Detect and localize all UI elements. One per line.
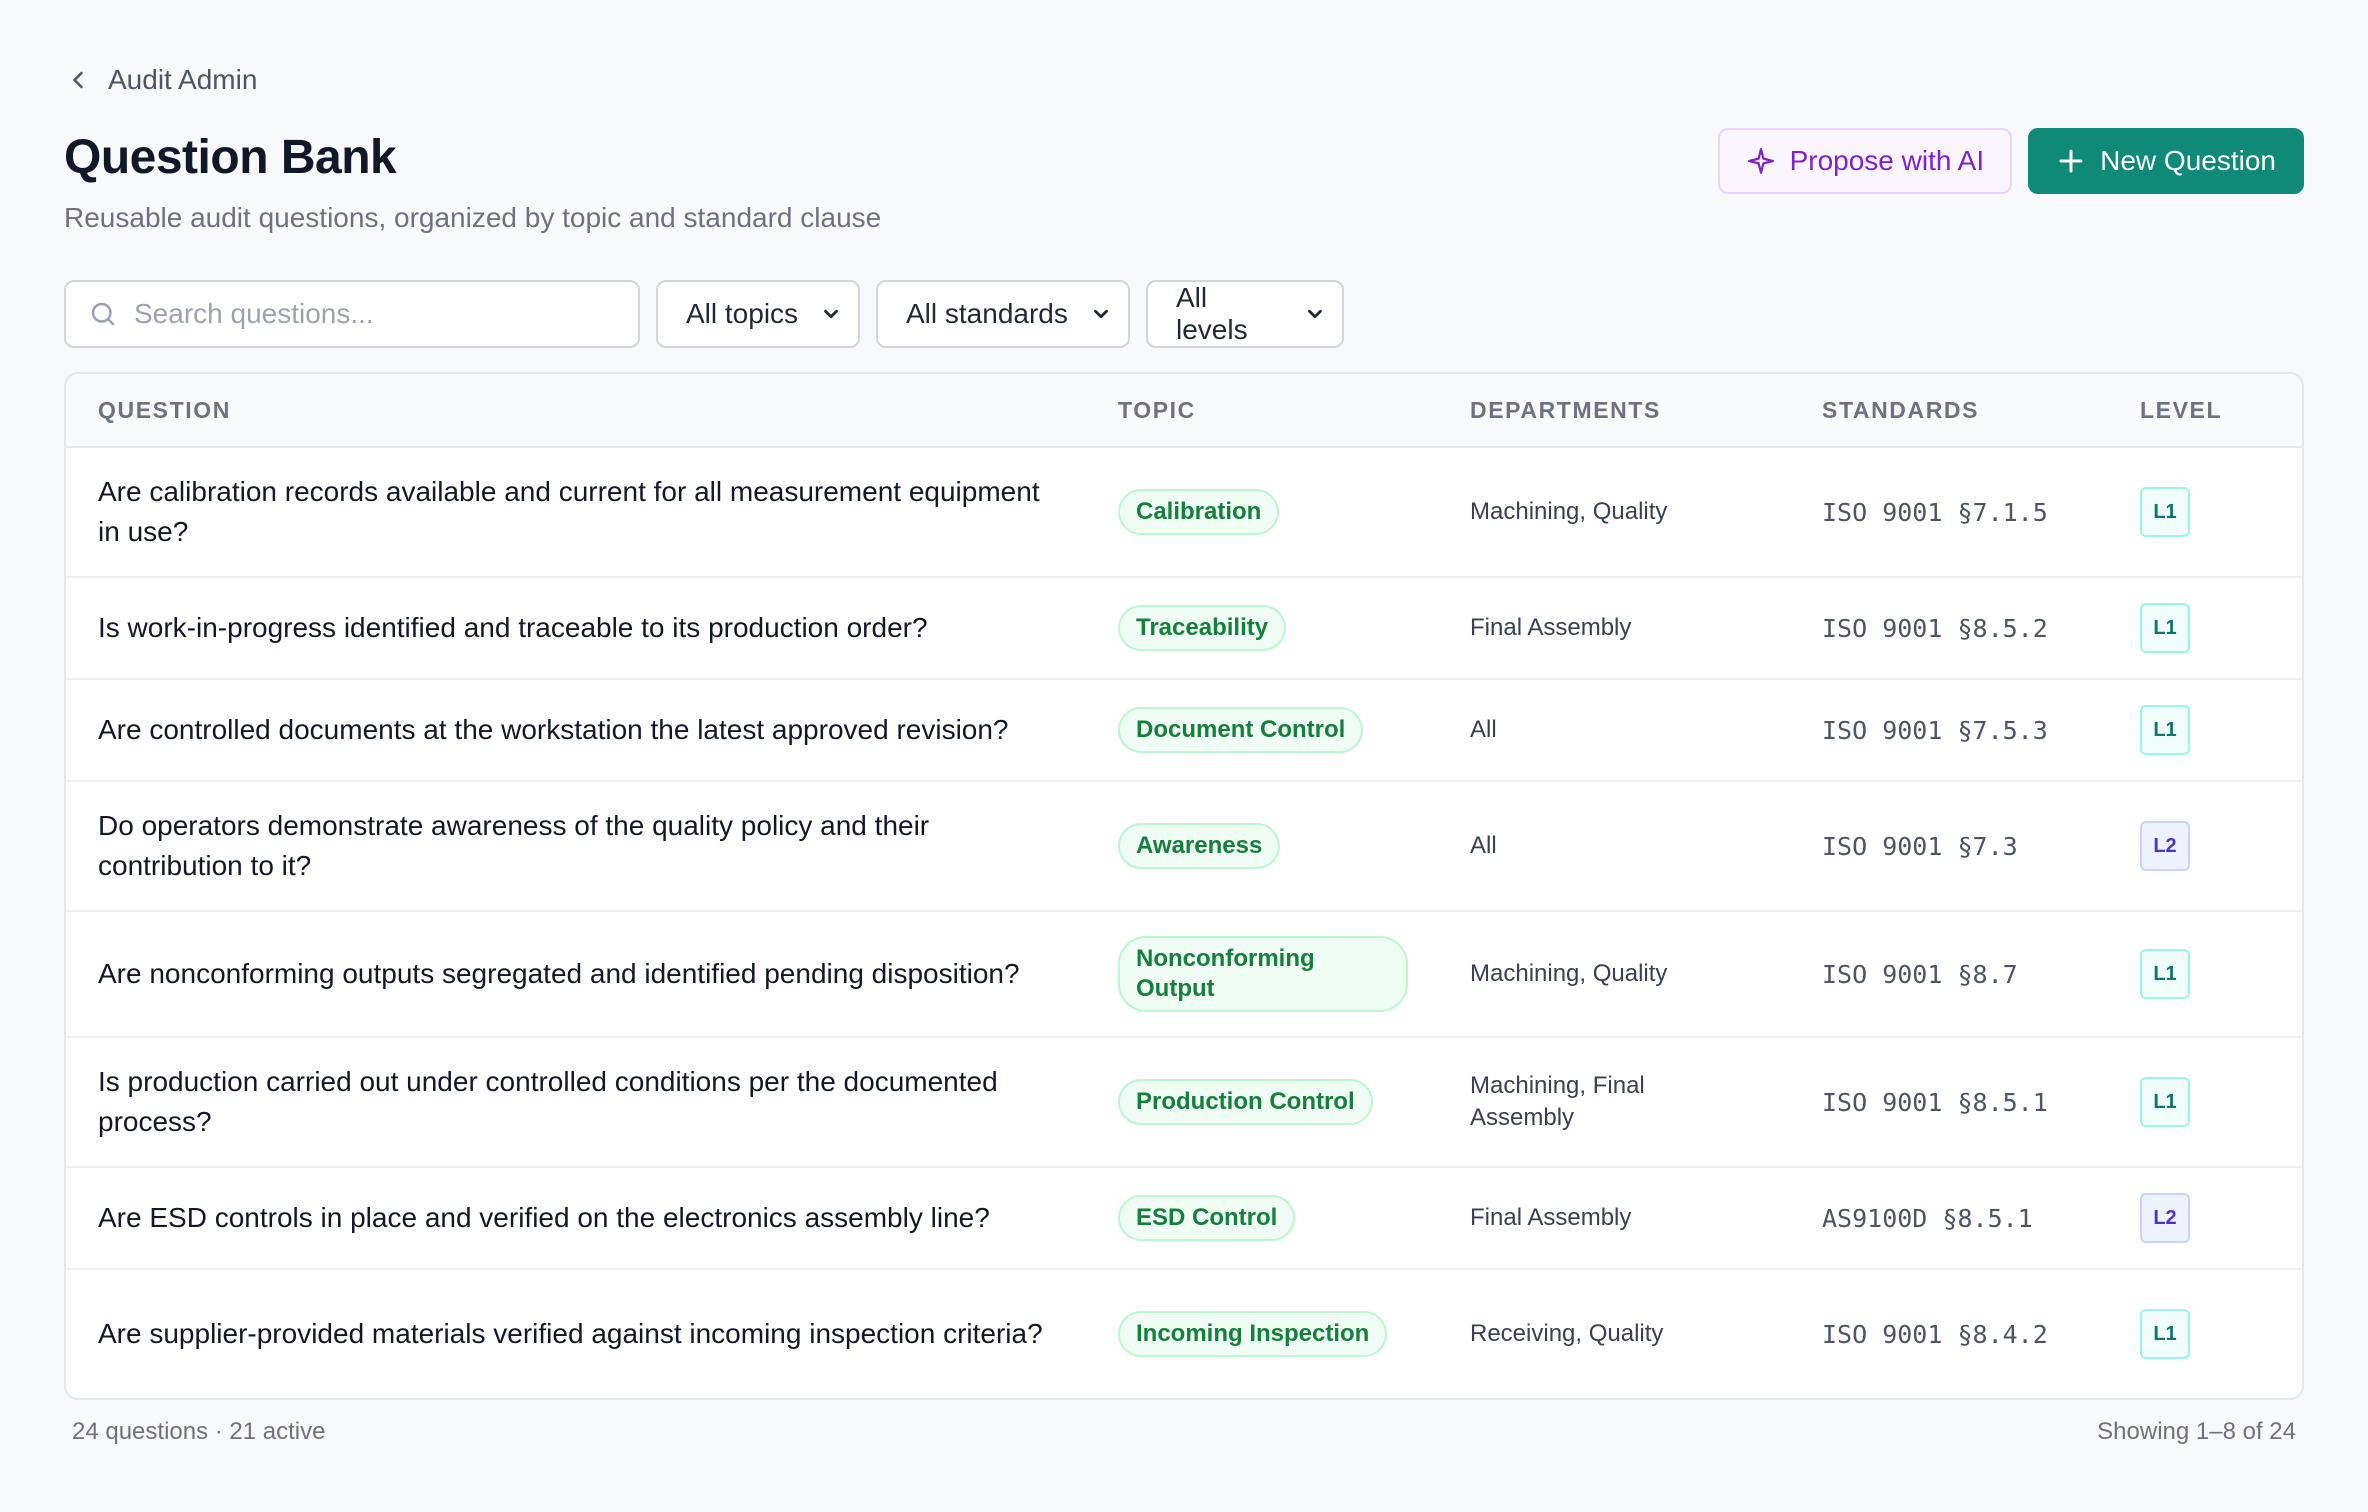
standard-clause: ISO 9001 §8.5.1 bbox=[1822, 1087, 2048, 1117]
standard-filter-select[interactable]: All standards bbox=[876, 280, 1130, 348]
topic-filter-select[interactable]: All topics bbox=[656, 280, 860, 348]
departments-text: Final Assembly bbox=[1470, 1204, 1632, 1231]
page-title: Question Bank bbox=[64, 131, 397, 184]
pagination-status: Showing 1–8 of 24 bbox=[2097, 1418, 2296, 1445]
question-text: Are supplier-provided materials verified… bbox=[98, 1318, 1043, 1349]
column-header-standards[interactable]: STANDARDS bbox=[1822, 397, 2140, 424]
standard-clause: ISO 9001 §8.5.2 bbox=[1822, 613, 2048, 643]
question-text: Is production carried out under controll… bbox=[98, 1066, 998, 1137]
chevron-left-icon bbox=[73, 71, 83, 89]
level-badge: L1 bbox=[2140, 487, 2190, 537]
new-question-label: New Question bbox=[2100, 145, 2276, 176]
topic-pill: Calibration bbox=[1118, 489, 1280, 535]
propose-with-ai-label: Propose with AI bbox=[1789, 145, 1985, 176]
level-filter-select[interactable]: All levels bbox=[1146, 280, 1344, 348]
column-header-question[interactable]: QUESTION bbox=[66, 397, 1118, 424]
question-count-summary: 24 questions · 21 active bbox=[72, 1418, 326, 1445]
sparkle-icon bbox=[1747, 148, 1774, 174]
table-row[interactable]: Is work-in-progress identified and trace… bbox=[66, 578, 2302, 680]
level-badge: L1 bbox=[2140, 1077, 2190, 1127]
search-box bbox=[64, 280, 640, 348]
question-text: Are calibration records available and cu… bbox=[98, 476, 1040, 547]
header-actions: Propose with AI New Question bbox=[1717, 128, 2304, 194]
table-header: QUESTION TOPIC DEPARTMENTS STANDARDS LEV… bbox=[66, 374, 2302, 448]
level-badge: L1 bbox=[2140, 705, 2190, 755]
new-question-button[interactable]: New Question bbox=[2028, 128, 2304, 194]
standard-clause: ISO 9001 §8.7 bbox=[1822, 959, 2018, 989]
standard-clause: ISO 9001 §7.5.3 bbox=[1822, 715, 2048, 745]
breadcrumb-label: Audit Admin bbox=[108, 64, 258, 95]
level-filter-value: All levels bbox=[1176, 282, 1248, 345]
level-badge: L1 bbox=[2140, 949, 2190, 999]
table-row[interactable]: Do operators demonstrate awareness of th… bbox=[66, 782, 2302, 912]
column-header-departments[interactable]: DEPARTMENTS bbox=[1470, 397, 1822, 424]
question-text: Are nonconforming outputs segregated and… bbox=[98, 958, 1020, 989]
table-row[interactable]: Are calibration records available and cu… bbox=[66, 448, 2302, 578]
table-row[interactable]: Is production carried out under controll… bbox=[66, 1038, 2302, 1168]
chevron-down-icon bbox=[1308, 309, 1322, 319]
level-badge: L2 bbox=[2140, 821, 2190, 871]
topic-pill: ESD Control bbox=[1118, 1195, 1296, 1241]
breadcrumb[interactable]: Audit Admin bbox=[64, 64, 257, 96]
table-row[interactable]: Are ESD controls in place and verified o… bbox=[66, 1168, 2302, 1270]
plus-icon bbox=[2059, 149, 2083, 173]
questions-table: QUESTION TOPIC DEPARTMENTS STANDARDS LEV… bbox=[64, 372, 2304, 1400]
topic-pill: Incoming Inspection bbox=[1118, 1311, 1388, 1357]
propose-with-ai-button[interactable]: Propose with AI bbox=[1717, 128, 2013, 194]
page-subtitle: Reusable audit questions, organized by t… bbox=[64, 202, 882, 233]
topic-pill: Document Control bbox=[1118, 707, 1364, 753]
standard-clause: ISO 9001 §7.3 bbox=[1822, 831, 2018, 861]
question-text: Are ESD controls in place and verified o… bbox=[98, 1202, 990, 1233]
standard-clause: AS9100D §8.5.1 bbox=[1822, 1203, 2033, 1233]
question-text: Do operators demonstrate awareness of th… bbox=[98, 810, 930, 881]
departments-text: Machining, Quality bbox=[1470, 960, 1668, 987]
departments-text: Final Assembly bbox=[1470, 614, 1632, 641]
departments-text: Receiving, Quality bbox=[1470, 1320, 1664, 1347]
topic-filter-value: All topics bbox=[686, 298, 799, 329]
question-text: Is work-in-progress identified and trace… bbox=[98, 612, 928, 643]
column-header-topic[interactable]: TOPIC bbox=[1118, 397, 1470, 424]
standard-clause: ISO 9001 §7.1.5 bbox=[1822, 497, 2048, 527]
page: Audit Admin Question Bank Reusable audit… bbox=[0, 0, 2368, 1512]
topic-pill: Production Control bbox=[1118, 1079, 1373, 1125]
departments-text: All bbox=[1470, 832, 1497, 859]
column-header-level[interactable]: LEVEL bbox=[2140, 397, 2300, 424]
search-input[interactable] bbox=[134, 298, 616, 330]
departments-text: Machining, Final Assembly bbox=[1470, 1072, 1645, 1131]
chevron-down-icon bbox=[1094, 309, 1108, 319]
search-icon bbox=[91, 302, 115, 326]
table-row[interactable]: Are nonconforming outputs segregated and… bbox=[66, 912, 2302, 1038]
standard-filter-value: All standards bbox=[906, 298, 1068, 329]
topic-pill: Awareness bbox=[1118, 823, 1281, 869]
level-badge: L1 bbox=[2140, 603, 2190, 653]
table-row[interactable]: Are supplier-provided materials verified… bbox=[66, 1270, 2302, 1398]
topic-pill: Traceability bbox=[1118, 605, 1287, 651]
chevron-down-icon bbox=[824, 309, 838, 319]
departments-text: All bbox=[1470, 716, 1497, 743]
question-text: Are controlled documents at the workstat… bbox=[98, 714, 1009, 745]
filter-bar: All topics All standards All levels bbox=[64, 280, 1344, 348]
topic-pill: Nonconforming Output bbox=[1118, 936, 1408, 1012]
level-badge: L2 bbox=[2140, 1193, 2190, 1243]
table-row[interactable]: Are controlled documents at the workstat… bbox=[66, 680, 2302, 782]
level-badge: L1 bbox=[2140, 1309, 2190, 1359]
departments-text: Machining, Quality bbox=[1470, 498, 1668, 525]
standard-clause: ISO 9001 §8.4.2 bbox=[1822, 1319, 2048, 1349]
